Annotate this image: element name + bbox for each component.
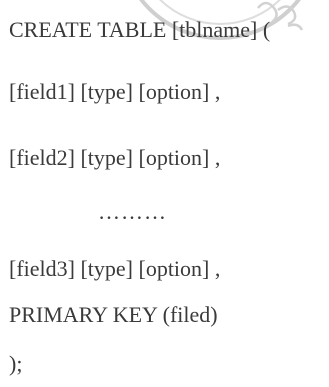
ellipsis-line: ………: [98, 199, 167, 224]
closing-statement-line: );: [9, 351, 23, 376]
sql-syntax-document: CREATE TABLE [tblname] ( [field1] [type]…: [0, 0, 329, 387]
field2-definition-line: [field2] [type] [option] ,: [9, 145, 221, 170]
field1-definition-line: [field1] [type] [option] ,: [9, 79, 221, 104]
field3-definition-line: [field3] [type] [option] ,: [9, 256, 221, 281]
create-table-line: CREATE TABLE [tblname] (: [9, 17, 271, 42]
primary-key-line: PRIMARY KEY (filed): [9, 302, 218, 327]
